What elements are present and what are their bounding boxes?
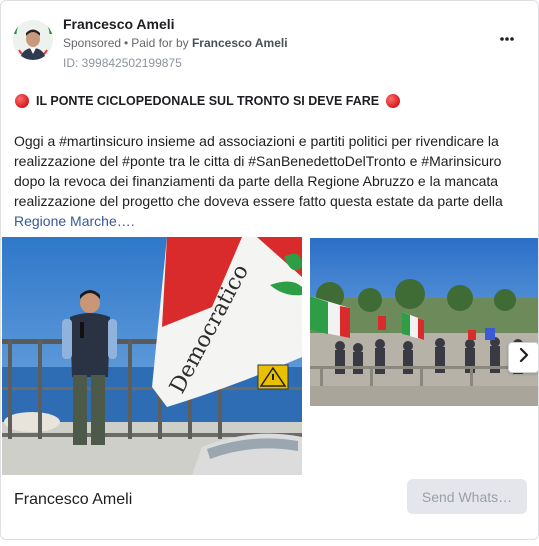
advertiser-name[interactable]: Francesco Ameli — [63, 16, 175, 32]
post-body: Oggi a #martinsicuro insieme ad associaz… — [14, 131, 526, 231]
post-title-text: IL PONTE CICLOPEDONALE SUL TRONTO SI DEV… — [36, 94, 380, 108]
paid-for-name: Francesco Ameli — [191, 36, 288, 50]
footer-page-name[interactable]: Francesco Ameli — [14, 491, 132, 509]
ad-image-speaker[interactable]: Democratico — [2, 237, 302, 475]
separator-dot: • — [124, 36, 129, 50]
carousel-next-button[interactable] — [508, 342, 538, 373]
chevron-right-icon — [518, 347, 530, 367]
send-whatsapp-button[interactable]: Send Whats… — [407, 479, 527, 514]
see-more-link[interactable]: Regione Marche…. — [14, 213, 135, 229]
red-circle-icon — [386, 94, 401, 108]
sponsored-label: Sponsored — [63, 36, 122, 50]
post-title: IL PONTE CICLOPEDONALE SUL TRONTO SI DEV… — [15, 93, 401, 109]
post-body-text: Oggi a #martinsicuro insieme ad associaz… — [14, 133, 503, 209]
advertiser-avatar[interactable] — [13, 20, 53, 60]
ad-card: Francesco Ameli Sponsored • Paid for by Fr… — [0, 0, 539, 540]
sponsored-line: Sponsored • Paid for by Francesco Ameli — [63, 36, 288, 50]
paid-for-prefix: Paid for by — [131, 36, 189, 50]
red-circle-icon — [15, 94, 29, 108]
ad-id: ID: 399842502199875 — [63, 56, 182, 70]
ad-image-crowd[interactable] — [310, 238, 538, 406]
more-horizontal-icon[interactable] — [493, 29, 521, 53]
